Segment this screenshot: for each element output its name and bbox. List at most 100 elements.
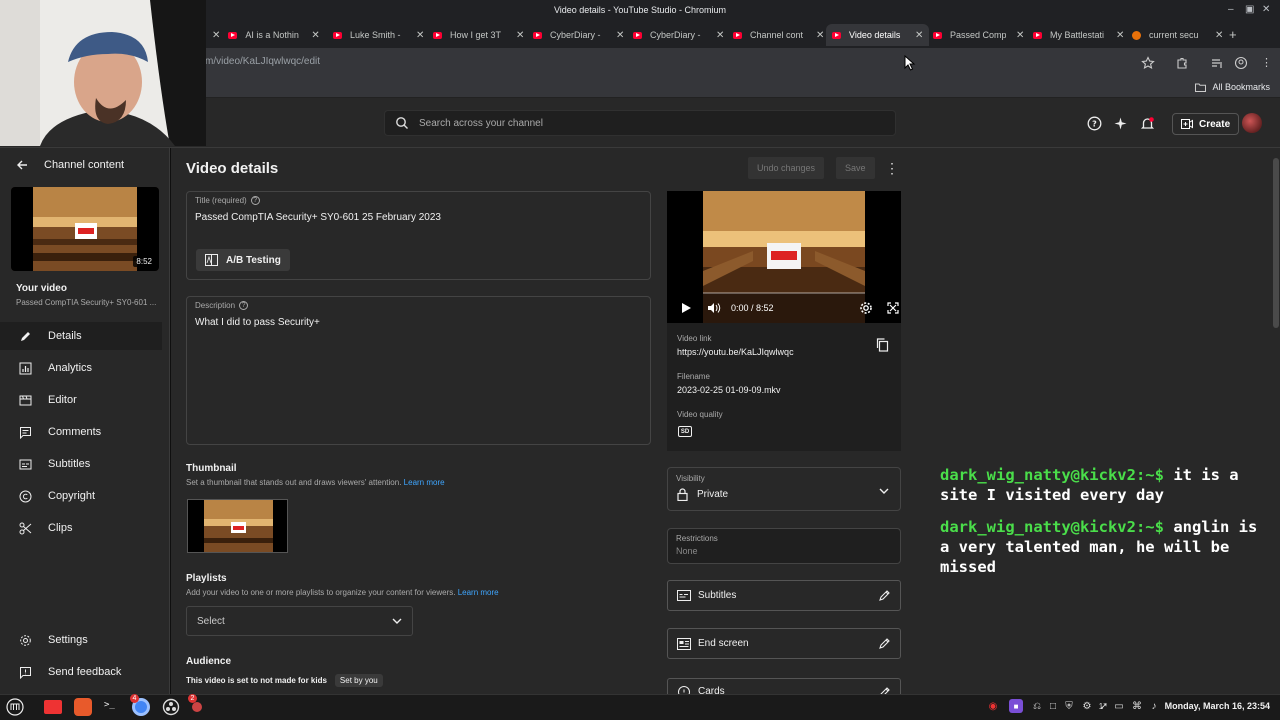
sidebar-item-subtitles[interactable]: Subtitles — [0, 450, 162, 478]
scroll-thumb[interactable] — [1273, 158, 1279, 328]
new-tab-icon[interactable]: + — [1229, 27, 1237, 42]
video-player[interactable]: 0:00 / 8:52 — [667, 191, 901, 323]
browser-tab[interactable]: current secu ✕ — [1126, 24, 1229, 46]
browser-tab[interactable]: My Battlestati ✕ — [1027, 24, 1130, 46]
thumbnail-option[interactable] — [187, 499, 288, 553]
create-video-icon — [1181, 119, 1193, 129]
browser-tab[interactable]: Luke Smith - ✕ — [327, 24, 430, 46]
tab-close-icon[interactable]: ✕ — [1215, 30, 1223, 41]
more-options-icon[interactable]: ⋮ — [885, 160, 899, 177]
learn-more-link[interactable]: Learn more — [404, 478, 445, 487]
play-icon[interactable] — [680, 302, 692, 314]
profile-icon[interactable] — [1234, 56, 1248, 70]
sidebar-item-label: Clips — [48, 522, 73, 534]
volume-tray-icon[interactable]: ♪ — [1147, 699, 1161, 713]
browser-tab[interactable]: Channel cont ✕ — [727, 24, 830, 46]
maximize-icon[interactable]: ▣ — [1245, 4, 1254, 15]
settings-gear-icon[interactable] — [859, 301, 873, 315]
create-button[interactable]: Create — [1172, 113, 1240, 135]
taskbar-clock[interactable]: Monday, March 16, 23:54 — [1165, 701, 1270, 711]
learn-more-link[interactable]: Learn more — [458, 588, 499, 597]
browser-menu-icon[interactable]: ⋮ — [1261, 56, 1275, 70]
save-button[interactable]: Save — [836, 157, 875, 179]
end-screen-row[interactable]: End screen — [667, 628, 901, 659]
minimize-icon[interactable]: – — [1228, 4, 1234, 15]
sidebar-item-copyright[interactable]: Copyright — [0, 482, 162, 510]
description-input[interactable]: What I did to pass Security+ — [195, 317, 320, 328]
tab-close-icon[interactable]: ✕ — [915, 30, 923, 41]
start-menu-icon[interactable] — [6, 698, 24, 716]
all-bookmarks[interactable]: All Bookmarks — [1195, 82, 1270, 92]
tab-close-icon[interactable]: ✕ — [616, 30, 624, 41]
channel-avatar[interactable] — [1242, 113, 1262, 133]
ab-testing-button[interactable]: A/B Testing — [196, 249, 290, 271]
tab-close-icon[interactable]: ✕ — [1116, 30, 1124, 41]
edit-pencil-icon[interactable] — [878, 589, 891, 602]
browser-tab[interactable]: CyberDiary - ✕ — [627, 24, 730, 46]
browser-tab[interactable]: How I get 3T ✕ — [427, 24, 530, 46]
sidebar-item-settings[interactable]: Settings — [0, 626, 162, 654]
cards-label: Cards — [698, 686, 725, 694]
search-input[interactable]: Search across your channel — [384, 110, 896, 136]
files-app-icon[interactable] — [44, 700, 62, 714]
visibility-select[interactable]: Visibility Private — [667, 467, 901, 511]
help-icon[interactable]: ? — [1087, 116, 1102, 131]
edit-pencil-icon[interactable] — [878, 637, 891, 650]
undo-changes-button[interactable]: Undo changes — [748, 157, 825, 179]
tab-close-icon[interactable]: ✕ — [716, 30, 724, 41]
browser-tab-active[interactable]: Video details ✕ — [826, 24, 930, 46]
tab-close-icon[interactable]: ✕ — [516, 30, 524, 41]
close-window-icon[interactable]: ✕ — [1262, 4, 1270, 15]
your-video-title: Passed CompTIA Security+ SY0-601 ... — [16, 298, 157, 307]
tab-close-icon[interactable]: ✕ — [416, 30, 424, 41]
extensions-icon[interactable] — [1175, 56, 1189, 70]
subtitles-row[interactable]: Subtitles — [667, 580, 901, 611]
app-icon[interactable] — [192, 702, 202, 712]
help-icon[interactable]: ? — [239, 301, 249, 310]
media-control-icon[interactable] — [1210, 56, 1224, 70]
title-input[interactable]: Passed CompTIA Security+ SY0-601 25 Febr… — [195, 212, 441, 223]
playlist-select[interactable]: Select — [186, 606, 413, 636]
clipboard-tray-icon[interactable]: □ — [1046, 699, 1060, 713]
help-icon[interactable]: ? — [250, 196, 260, 205]
sidebar-item-analytics[interactable]: Analytics — [0, 354, 162, 382]
video-link[interactable]: https://youtu.be/KaLJIqwlwqc — [677, 347, 794, 357]
sidebar-item-comments[interactable]: Comments — [0, 418, 162, 446]
tab-close-icon[interactable]: ✕ — [311, 30, 319, 41]
back-to-channel-content[interactable]: Channel content — [16, 159, 124, 171]
tab-close-icon[interactable]: ✕ — [816, 30, 824, 41]
sidebar-item-details[interactable]: Details — [0, 322, 162, 350]
volume-icon[interactable] — [707, 302, 721, 314]
shield-tray-icon[interactable]: ⛨ — [1062, 699, 1076, 713]
playlist-select-value: Select — [197, 615, 225, 627]
browser-tab[interactable]: CyberDiary - ✕ — [527, 24, 630, 46]
address-bar[interactable]: m/video/KaLJIqwlwqc/edit — [205, 56, 320, 67]
terminal-icon[interactable]: >_ — [104, 700, 115, 710]
sidebar-item-feedback[interactable]: Send feedback — [0, 658, 162, 686]
tab-close-icon[interactable]: ✕ — [1016, 30, 1024, 41]
sidebar-item-editor[interactable]: Editor — [0, 386, 162, 414]
youtube-icon — [333, 31, 342, 39]
notifications-icon[interactable] — [1140, 116, 1155, 131]
gear-tray-icon[interactable]: ⚙ — [1080, 699, 1094, 713]
tab-label: Channel cont — [750, 30, 804, 40]
tray-app-icon[interactable]: ■ — [1009, 699, 1023, 713]
sparkle-icon[interactable] — [1113, 116, 1128, 131]
tab-label: Video details — [849, 30, 901, 40]
display-tray-icon[interactable]: ▭ — [1112, 699, 1126, 713]
wifi-icon[interactable]: ⌘ — [1130, 699, 1144, 713]
copy-icon[interactable] — [876, 338, 889, 352]
edit-pencil-icon[interactable] — [878, 686, 891, 694]
app-launcher-icon[interactable] — [74, 698, 92, 716]
browser-tab[interactable]: ✕ AI is a Nothin ✕ — [206, 24, 326, 46]
video-thumbnail[interactable]: 8:52 — [11, 187, 159, 271]
star-icon[interactable] — [1141, 56, 1155, 70]
fullscreen-icon[interactable] — [886, 302, 899, 314]
cards-row[interactable]: Cards — [667, 678, 901, 694]
sidebar-item-clips[interactable]: Clips — [0, 514, 162, 542]
obs-icon[interactable] — [162, 698, 180, 716]
tab-close-icon[interactable]: ✕ — [212, 30, 220, 41]
lock-tray-icon[interactable]: ⎌ — [1030, 699, 1044, 713]
browser-tab[interactable]: Passed Comp ✕ — [927, 24, 1030, 46]
tray-app-icon[interactable]: ◉ — [986, 699, 1000, 713]
